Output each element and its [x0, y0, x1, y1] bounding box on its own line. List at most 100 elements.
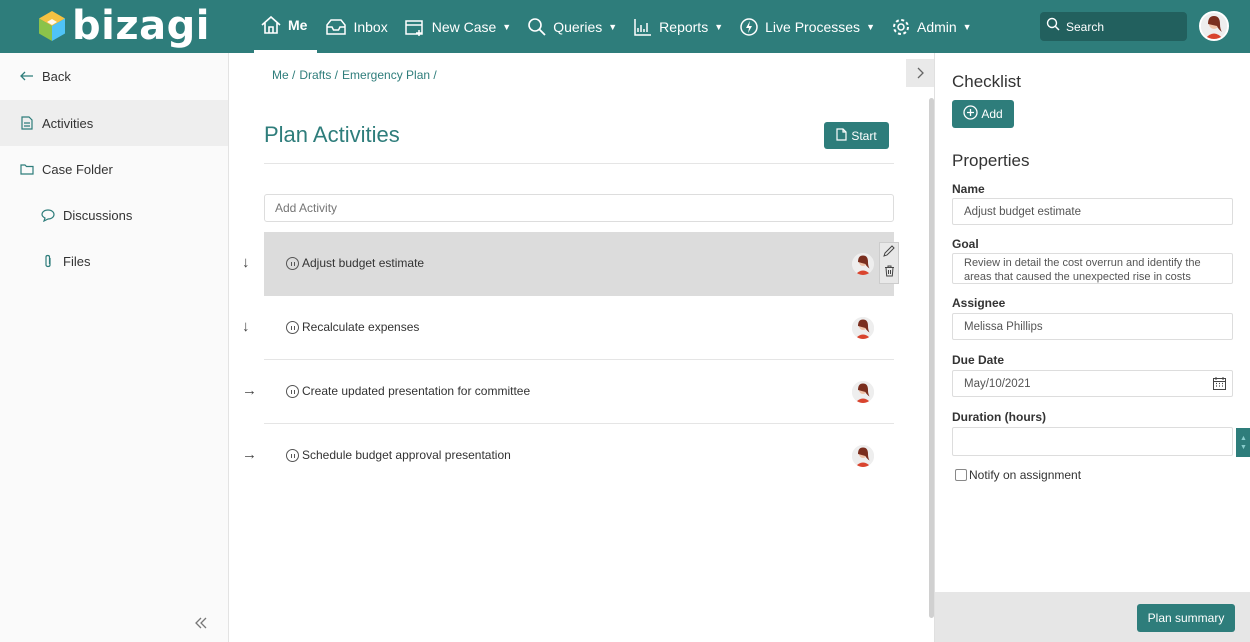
sidebar-item-label: Discussions — [63, 207, 133, 223]
nav-item-label: Queries — [553, 18, 603, 35]
nav-item-label: Live Processes — [765, 18, 861, 35]
nav-item-me[interactable]: Me — [254, 0, 318, 53]
sidebar-item-label: Back — [42, 68, 71, 84]
search-icon — [1046, 17, 1060, 36]
pencil-icon[interactable] — [883, 244, 895, 262]
name-label: Name — [952, 182, 985, 196]
nav-item-live-processes[interactable]: Live Processes ▼ — [731, 0, 883, 53]
chevron-down-icon: ▼ — [714, 21, 724, 32]
duration-field[interactable]: ▲ ▼ — [952, 427, 1250, 457]
inbox-icon — [325, 17, 347, 37]
chevron-down-icon: ▼ — [866, 21, 875, 32]
activity-name: Recalculate expenses — [302, 320, 420, 334]
properties-title: Properties — [952, 151, 1030, 170]
sidebar-item-label: Case Folder — [42, 161, 113, 177]
nav-item-admin[interactable]: Admin ▼ — [883, 0, 980, 53]
chevron-down-icon: ▼ — [502, 21, 512, 32]
collapse-sidebar-icon[interactable] — [194, 616, 208, 634]
sidebar-item-activities[interactable]: Activities — [0, 100, 228, 146]
divider — [264, 163, 894, 164]
arrow-right-icon: → — [242, 382, 257, 399]
goal-field[interactable]: Review in detail the cost overrun and id… — [952, 253, 1233, 284]
pause-status-icon — [286, 385, 299, 398]
plan-summary-button[interactable]: Plan summary — [1137, 604, 1235, 632]
sidebar-item-label: Activities — [42, 115, 94, 131]
sidebar-item-files[interactable]: Files — [0, 238, 228, 284]
chevron-right-icon — [917, 67, 924, 79]
logo-text: bizagi — [72, 3, 210, 49]
breadcrumb-me[interactable]: Me / — [272, 68, 295, 82]
chart-icon — [633, 17, 653, 37]
add-checklist-button[interactable]: Add — [952, 100, 1014, 128]
search-input[interactable]: Search — [1040, 12, 1187, 41]
properties-panel: Checklist Add Properties Name Adjust bud… — [934, 53, 1250, 642]
breadcrumb: Me / Drafts / Emergency Plan / — [272, 68, 437, 82]
activity-row[interactable]: ↓ Recalculate expenses — [242, 296, 894, 360]
assignee-field[interactable]: Melissa Phillips — [952, 313, 1233, 340]
activity-name: Schedule budget approval presentation — [302, 448, 511, 462]
calendar-icon[interactable] — [1213, 377, 1226, 393]
top-bar: bizagi Me Inbox New Case ▼ Queries ▼ Rep… — [0, 0, 1250, 53]
document-icon — [836, 127, 847, 144]
activity-row[interactable]: → Create updated presentation for commit… — [242, 360, 894, 424]
paperclip-icon — [39, 254, 57, 269]
trash-icon[interactable] — [884, 264, 895, 282]
duration-stepper[interactable]: ▲ ▼ — [1236, 428, 1250, 457]
home-icon — [260, 15, 282, 35]
add-activity-input[interactable] — [264, 194, 894, 222]
assignee-avatar[interactable] — [852, 317, 874, 339]
add-button-label: Add — [981, 107, 1003, 121]
nav-item-reports[interactable]: Reports ▼ — [625, 0, 731, 53]
sidebar-item-case-folder[interactable]: Case Folder — [0, 146, 228, 192]
chevron-up-icon[interactable]: ▲ — [1240, 434, 1247, 443]
arrow-down-icon: ↓ — [242, 318, 250, 335]
due-date-label: Due Date — [952, 353, 1005, 367]
assignee-avatar[interactable] — [852, 381, 874, 403]
search-icon — [527, 17, 547, 37]
breadcrumb-emergency-plan[interactable]: Emergency Plan / — [342, 68, 437, 82]
logo-cube-icon — [39, 11, 65, 41]
nav-item-inbox[interactable]: Inbox — [317, 0, 395, 53]
due-date-field[interactable]: May/10/2021 — [952, 370, 1233, 397]
assignee-avatar[interactable] — [852, 253, 874, 275]
bizagi-logo[interactable]: bizagi — [38, 4, 210, 48]
document-icon — [18, 116, 36, 130]
name-field[interactable]: Adjust budget estimate — [952, 198, 1233, 225]
nav-item-new-case[interactable]: New Case ▼ — [396, 0, 520, 53]
start-button-label: Start — [851, 128, 877, 143]
activity-row[interactable]: → Schedule budget approval presentation — [242, 424, 894, 488]
breadcrumb-drafts[interactable]: Drafts / — [299, 68, 338, 82]
new-case-icon — [404, 17, 426, 37]
chevron-down-icon: ▼ — [608, 21, 618, 32]
page-title: Plan Activities — [264, 122, 400, 147]
user-avatar[interactable] — [1199, 11, 1229, 41]
checklist-title: Checklist — [952, 72, 1021, 91]
plan-summary-label: Plan summary — [1147, 611, 1225, 625]
arrow-down-icon: ↓ — [242, 254, 250, 271]
goal-value: Review in detail the cost overrun and id… — [964, 257, 1201, 283]
main-content: Me / Drafts / Emergency Plan / Plan Acti… — [229, 53, 934, 642]
assignee-value: Melissa Phillips — [964, 320, 1043, 333]
nav-item-queries[interactable]: Queries ▼ — [519, 0, 625, 53]
plus-circle-icon — [963, 105, 978, 123]
start-button[interactable]: Start — [824, 122, 889, 149]
panel-footer: Plan summary — [935, 592, 1250, 642]
sidebar-item-back[interactable]: Back — [0, 53, 228, 99]
notify-checkbox[interactable] — [955, 469, 967, 481]
gear-icon — [891, 17, 911, 37]
sidebar-item-discussions[interactable]: Discussions — [0, 192, 228, 238]
chat-icon — [39, 208, 57, 222]
sidebar-item-label: Files — [63, 253, 91, 269]
chevron-down-icon: ▼ — [962, 21, 972, 32]
pause-status-icon — [286, 257, 299, 270]
name-value: Adjust budget estimate — [964, 205, 1081, 218]
chevron-down-icon[interactable]: ▼ — [1240, 443, 1247, 452]
due-date-value: May/10/2021 — [964, 377, 1031, 390]
toggle-panel-button[interactable] — [906, 59, 934, 87]
row-actions — [879, 242, 899, 284]
arrow-left-icon — [18, 71, 36, 81]
activity-row[interactable]: ↓ Adjust budget estimate — [242, 232, 899, 296]
activity-name: Create updated presentation for committe… — [302, 384, 531, 398]
assignee-avatar[interactable] — [852, 445, 874, 467]
search-placeholder: Search — [1066, 19, 1105, 34]
